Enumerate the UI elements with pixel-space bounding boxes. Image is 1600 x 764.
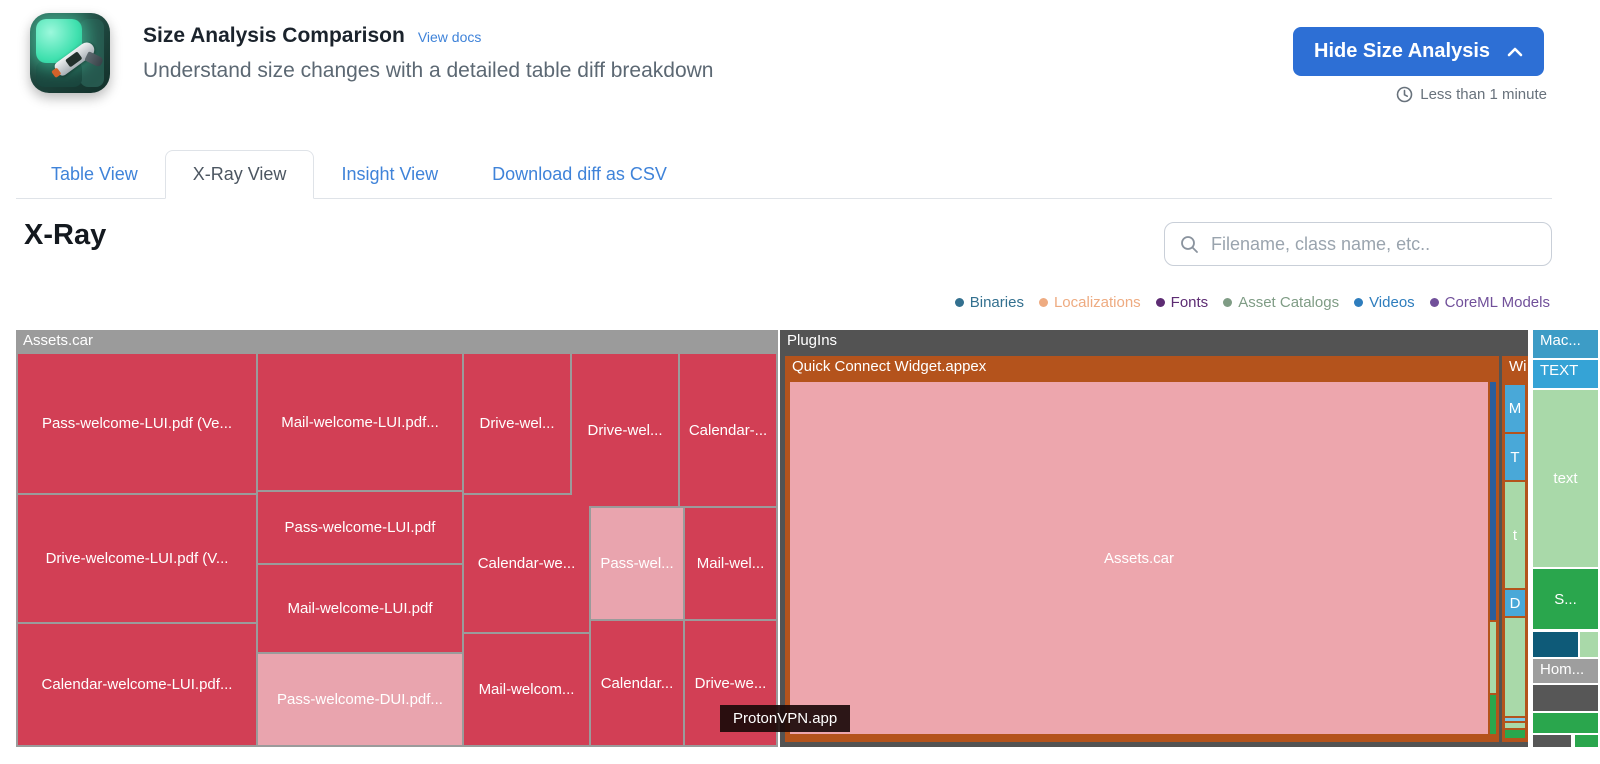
tile-lightgreen-small[interactable] — [1580, 632, 1598, 657]
legend-dot-coreml-models — [1430, 298, 1439, 307]
tile-mail-welcome-lui-1[interactable]: Mail-welcome-LUI.pdf... — [258, 354, 462, 490]
legend-item-videos[interactable]: Videos — [1354, 294, 1415, 311]
tile-pass-wel-pink[interactable]: Pass-wel... — [591, 508, 683, 619]
chevron-up-icon — [1507, 47, 1523, 57]
section-mac[interactable]: Mac... — [1533, 330, 1598, 358]
section-assets-car-label: Assets.car — [16, 330, 778, 351]
tooltip-protonvpn: ProtonVPN.app — [720, 705, 850, 732]
tile-lightgreen-tall[interactable] — [1505, 618, 1525, 716]
legend-item-binaries[interactable]: Binaries — [955, 294, 1024, 311]
tile-drive-wel-1[interactable]: Drive-wel... — [464, 354, 570, 493]
tile-mail-welcome-lui-2[interactable]: Mail-welcome-LUI.pdf — [258, 565, 462, 652]
page-subtitle: Understand size changes with a detailed … — [143, 59, 713, 83]
legend-item-localizations[interactable]: Localizations — [1039, 294, 1141, 311]
view-docs-link[interactable]: View docs — [418, 29, 482, 45]
hide-size-analysis-button[interactable]: Hide Size Analysis — [1293, 27, 1544, 76]
tile-mail-wel[interactable]: Mail-wel... — [685, 508, 776, 619]
treemap-legend: Binaries Localizations Fonts Asset Catalogs… — [955, 294, 1550, 311]
tile-mail-welcom[interactable]: Mail-welcom... — [464, 634, 589, 745]
clock-icon — [1396, 86, 1413, 103]
tile-calendar-top[interactable]: Calendar-... — [680, 354, 776, 506]
tile-strip-green[interactable] — [1490, 695, 1496, 734]
tile-strip-lightgreen[interactable] — [1490, 622, 1496, 693]
tile-lightgreen-sliver[interactable] — [1505, 723, 1525, 728]
search-input[interactable] — [1209, 233, 1536, 256]
tile-text-upper[interactable]: TEXT — [1533, 360, 1598, 388]
legend-label: Asset Catalogs — [1238, 294, 1339, 311]
tile-calendar-bottom[interactable]: Calendar... — [591, 621, 683, 745]
tile-t-lower[interactable]: t — [1505, 482, 1525, 588]
tile-text-lower[interactable]: text — [1533, 390, 1598, 567]
tile-drive-wel-2[interactable]: Drive-wel... — [572, 354, 678, 506]
tab-x-ray-view[interactable]: X-Ray View — [165, 150, 315, 199]
tile-strip-blue[interactable] — [1490, 382, 1496, 620]
tile-green-3[interactable] — [1575, 735, 1598, 747]
search-box[interactable] — [1164, 222, 1552, 266]
tile-d[interactable]: D — [1505, 590, 1525, 616]
tab-download-diff-as-csv[interactable]: Download diff as CSV — [465, 150, 694, 198]
page-title: Size Analysis Comparison — [143, 24, 405, 48]
tile-pass-welcome-dui[interactable]: Pass-welcome-DUI.pdf... — [258, 654, 462, 745]
tile-assets-car-pink[interactable]: Assets.car — [790, 382, 1488, 734]
duration: Less than 1 minute — [1396, 86, 1547, 103]
legend-label: CoreML Models — [1445, 294, 1550, 311]
hide-size-analysis-label: Hide Size Analysis — [1314, 40, 1490, 63]
header-text: Size Analysis Comparison View docs Under… — [143, 24, 713, 83]
duration-text: Less than 1 minute — [1420, 86, 1547, 103]
tile-m[interactable]: M — [1505, 385, 1525, 432]
search-icon — [1180, 235, 1199, 254]
legend-item-coreml-models[interactable]: CoreML Models — [1430, 294, 1550, 311]
legend-dot-asset-catalogs — [1223, 298, 1232, 307]
tab-insight-view[interactable]: Insight View — [314, 150, 465, 198]
tile-text-upper-label: TEXT — [1533, 360, 1598, 381]
legend-dot-fonts — [1156, 298, 1165, 307]
section-plugins-label: PlugIns — [780, 330, 1528, 351]
section-wi-label: Wi — [1502, 356, 1528, 377]
section-quick-connect-widget-label: Quick Connect Widget.appex — [785, 356, 1499, 377]
legend-dot-binaries — [955, 298, 964, 307]
section-hom-label: Hom... — [1533, 659, 1598, 680]
tile-pass-welcome-lui[interactable]: Pass-welcome-LUI.pdf — [258, 492, 462, 563]
tile-drive-welcome-lui-v[interactable]: Drive-welcome-LUI.pdf (V... — [18, 495, 256, 622]
app-icon — [30, 13, 110, 93]
tile-green-2[interactable] — [1533, 713, 1598, 733]
tab-bar: Table ViewX-Ray ViewInsight ViewDownload… — [16, 150, 1552, 199]
legend-label: Videos — [1369, 294, 1415, 311]
tile-t-upper[interactable]: T — [1505, 434, 1525, 480]
legend-label: Fonts — [1171, 294, 1209, 311]
treemap: Assets.carPass-welcome-LUI.pdf (Ve...Dri… — [16, 330, 1598, 747]
section-hom[interactable]: Hom... — [1533, 659, 1598, 683]
legend-dot-localizations — [1039, 298, 1048, 307]
tile-pass-welcome-lui-ve[interactable]: Pass-welcome-LUI.pdf (Ve... — [18, 354, 256, 493]
legend-item-fonts[interactable]: Fonts — [1156, 294, 1209, 311]
tile-teal[interactable] — [1533, 632, 1578, 657]
tile-s[interactable]: S... — [1533, 569, 1598, 629]
tile-calendar-we[interactable]: Calendar-we... — [464, 495, 589, 632]
legend-dot-videos — [1354, 298, 1363, 307]
legend-label: Localizations — [1054, 294, 1141, 311]
tile-blue-line[interactable] — [1505, 718, 1525, 721]
tile-darkgray[interactable] — [1533, 685, 1598, 711]
section-mac-label: Mac... — [1533, 330, 1598, 351]
tile-calendar-welcome-lui[interactable]: Calendar-welcome-LUI.pdf... — [18, 624, 256, 745]
legend-item-asset-catalogs[interactable]: Asset Catalogs — [1223, 294, 1339, 311]
xray-heading: X-Ray — [24, 219, 106, 252]
tab-table-view[interactable]: Table View — [24, 150, 165, 198]
tile-darkgray-2[interactable] — [1533, 735, 1571, 747]
legend-label: Binaries — [970, 294, 1024, 311]
tile-green-bottom[interactable] — [1505, 730, 1525, 738]
